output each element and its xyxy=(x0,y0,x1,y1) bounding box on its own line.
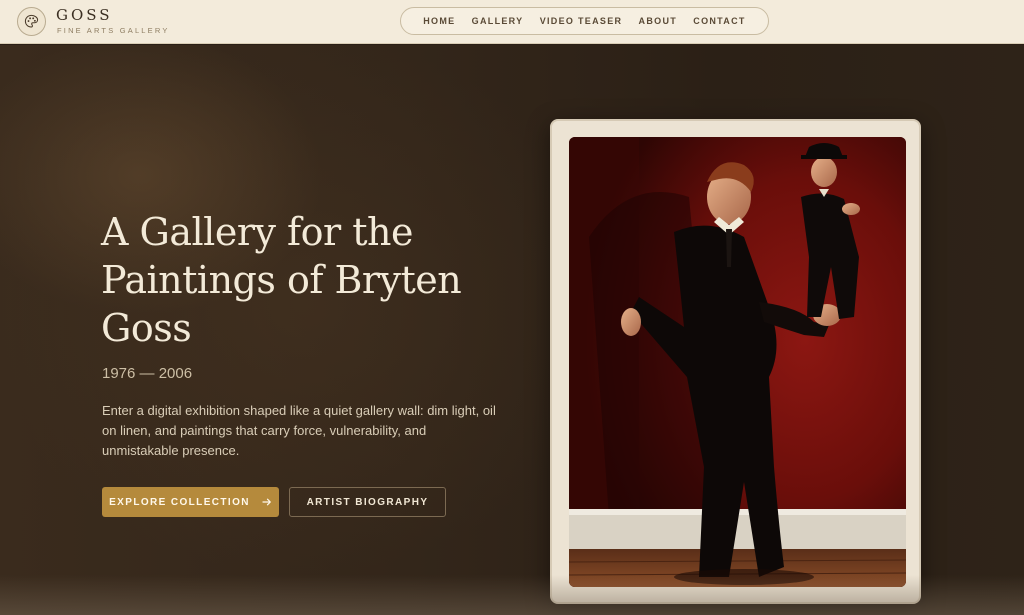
nav-home[interactable]: HOME xyxy=(423,16,455,26)
main-nav: HOME GALLERY VIDEO TEASER ABOUT CONTACT xyxy=(400,7,769,35)
hero-description: Enter a digital exhibition shaped like a… xyxy=(102,403,496,458)
brand-tagline: FINE ARTS GALLERY xyxy=(57,26,170,35)
painting-artwork xyxy=(569,137,906,587)
nav-gallery[interactable]: GALLERY xyxy=(472,16,524,26)
nav-contact[interactable]: CONTACT xyxy=(693,16,745,26)
hero-section: A Gallery for the Paintings of Bryten Go… xyxy=(0,45,1024,615)
featured-painting[interactable] xyxy=(569,137,906,587)
explore-collection-button[interactable]: EXPLORE COLLECTION xyxy=(102,487,279,517)
arrow-right-icon xyxy=(262,498,271,506)
site-header: GOSS FINE ARTS GALLERY HOME GALLERY VIDE… xyxy=(0,0,1024,44)
nav-video-teaser[interactable]: VIDEO TEASER xyxy=(540,16,623,26)
logo-badge[interactable] xyxy=(17,7,46,36)
explore-collection-label: EXPLORE COLLECTION xyxy=(109,496,250,508)
palette-icon xyxy=(24,14,39,28)
hero-title: A Gallery for the Paintings of Bryten Go… xyxy=(101,210,462,350)
brand-name[interactable]: GOSS xyxy=(56,6,113,24)
painting-frame[interactable] xyxy=(550,119,921,604)
artist-biography-button[interactable]: ARTIST BIOGRAPHY xyxy=(289,487,446,517)
hero-years: 1976 — 2006 xyxy=(102,365,193,382)
nav-about[interactable]: ABOUT xyxy=(639,16,678,26)
artist-biography-label: ARTIST BIOGRAPHY xyxy=(306,496,429,508)
